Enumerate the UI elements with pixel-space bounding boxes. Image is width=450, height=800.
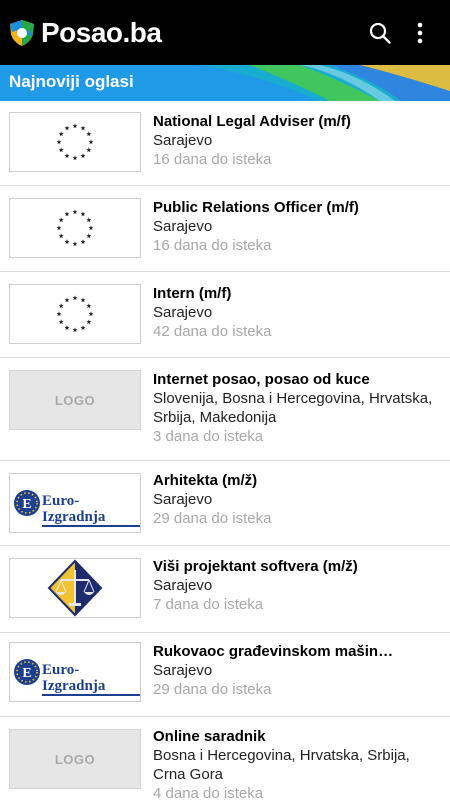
eu-star-icon [86,131,92,137]
job-location: Slovenija, Bosna i Hercegovina, Hrvatska… [153,390,433,426]
eu-star-icon [72,155,78,161]
eu-star-icon [72,123,78,129]
app-bar: Posao.ba [0,0,450,65]
eu-star-icon [80,153,86,158]
job-title: Public Relations Officer (m/f) [153,199,359,216]
logo-placeholder-text: LOGO [54,392,96,408]
eu-star-icon [64,211,70,217]
company-logo-text: Euro-Izgradnja [42,493,140,527]
section-header: Najnoviji oglasi [0,65,450,101]
euro-izgradnja-emblem-icon: E [14,659,40,685]
posao-shield-logo-icon [10,19,34,46]
job-list-item[interactable]: National Legal Adviser (m/f) Sarajevo 16… [0,101,450,186]
eu-stars-icon [56,209,94,247]
overflow-menu-button[interactable] [402,15,438,51]
job-list-item[interactable]: E Euro-Izgradnja Arhitekta (m/ž) Sarajev… [0,462,450,546]
job-location: Sarajevo [153,218,213,235]
eu-star-icon [56,311,62,317]
eu-star-icon [72,241,78,247]
logo-placeholder: LOGO [9,729,141,789]
job-title: Rukovaoc građevinskom mašin… [153,643,394,660]
svg-text:E: E [22,666,31,681]
eu-star-icon [58,147,64,153]
justice-scales-icon [47,559,103,617]
brand[interactable]: Posao.ba [8,16,162,49]
eu-star-icon [56,139,62,145]
app-title: Posao.ba [41,16,162,48]
eu-star-icon [80,297,86,303]
job-title: National Legal Adviser (m/f) [153,113,351,130]
job-list-item[interactable]: LOGO Online saradnik Bosna i Hercegovina… [0,718,450,800]
job-location: Bosna i Hercegovina, Hrvatska, Srbija, C… [153,747,410,783]
eu-star-icon [86,147,92,153]
euro-izgradnja-logo: E Euro-Izgradnja [9,473,141,533]
eu-star-icon [88,311,94,317]
eu-star-icon [58,233,64,239]
job-title: Viši projektant softvera (m/ž) [153,558,358,575]
section-title: Najnoviji oglasi [9,72,134,91]
eu-star-icon [86,233,92,239]
euro-izgradnja-emblem-icon: E [14,490,40,516]
job-deadline: 3 dana do isteka [153,428,264,445]
job-location: Sarajevo [153,491,213,508]
eu-star-icon [88,139,94,145]
job-location: Sarajevo [153,662,213,679]
justice-scales-logo [9,558,141,618]
job-title: Intern (m/f) [153,285,232,302]
eu-star-icon [80,211,86,217]
job-list-item[interactable]: Public Relations Officer (m/f) Sarajevo … [0,187,450,272]
logo-placeholder-text: LOGO [54,751,96,767]
job-list-item[interactable]: Intern (m/f) Sarajevo 42 dana do isteka [0,273,450,358]
euro-izgradnja-logo: E Euro-Izgradnja [9,642,141,702]
eu-star-icon [58,303,64,309]
eu-star-icon [64,297,70,303]
company-logo-text: Euro-Izgradnja [42,662,140,696]
logo-placeholder: LOGO [9,370,141,430]
eu-star-icon [86,217,92,223]
eu-stars-icon [56,123,94,161]
eu-star-icon [80,239,86,244]
eu-star-icon [72,327,78,333]
job-deadline: 16 dana do isteka [153,151,272,168]
svg-text:E: E [22,497,31,512]
eu-star-icon [64,125,70,131]
eu-star-icon [80,125,86,131]
eu-star-icon [56,225,62,231]
eu-flag-logo [9,284,141,344]
overflow-menu-icon [417,22,423,43]
eu-star-icon [88,225,94,231]
eu-star-icon [72,295,78,301]
job-deadline: 4 dana do isteka [153,785,264,800]
eu-flag-logo [9,198,141,258]
eu-star-icon [64,325,70,330]
job-list-item[interactable]: Viši projektant softvera (m/ž) Sarajevo … [0,547,450,633]
eu-star-icon [72,209,78,215]
search-icon [369,22,391,44]
job-location: Sarajevo [153,577,213,594]
eu-star-icon [64,153,70,158]
job-title: Internet posao, posao od kuce [153,371,370,388]
job-deadline: 16 dana do isteka [153,237,272,254]
job-list-item[interactable]: LOGO Internet posao, posao od kuce Slove… [0,359,450,461]
eu-star-icon [58,131,64,137]
eu-star-icon [64,239,70,244]
eu-star-icon [58,319,64,325]
eu-star-icon [86,319,92,325]
search-button[interactable] [362,15,398,51]
eu-star-icon [80,325,86,330]
eu-flag-logo [9,112,141,172]
job-deadline: 42 dana do isteka [153,323,272,340]
eu-star-icon [86,303,92,309]
job-deadline: 29 dana do isteka [153,681,272,698]
job-location: Sarajevo [153,132,213,149]
job-deadline: 29 dana do isteka [153,510,272,527]
job-location: Sarajevo [153,304,213,321]
job-deadline: 7 dana do isteka [153,596,264,613]
job-title: Arhitekta (m/ž) [153,472,258,489]
job-title: Online saradnik [153,728,266,745]
job-list-item[interactable]: E Euro-Izgradnja Rukovaoc građevinskom m… [0,634,450,717]
eu-stars-icon [56,295,94,333]
eu-star-icon [58,217,64,223]
